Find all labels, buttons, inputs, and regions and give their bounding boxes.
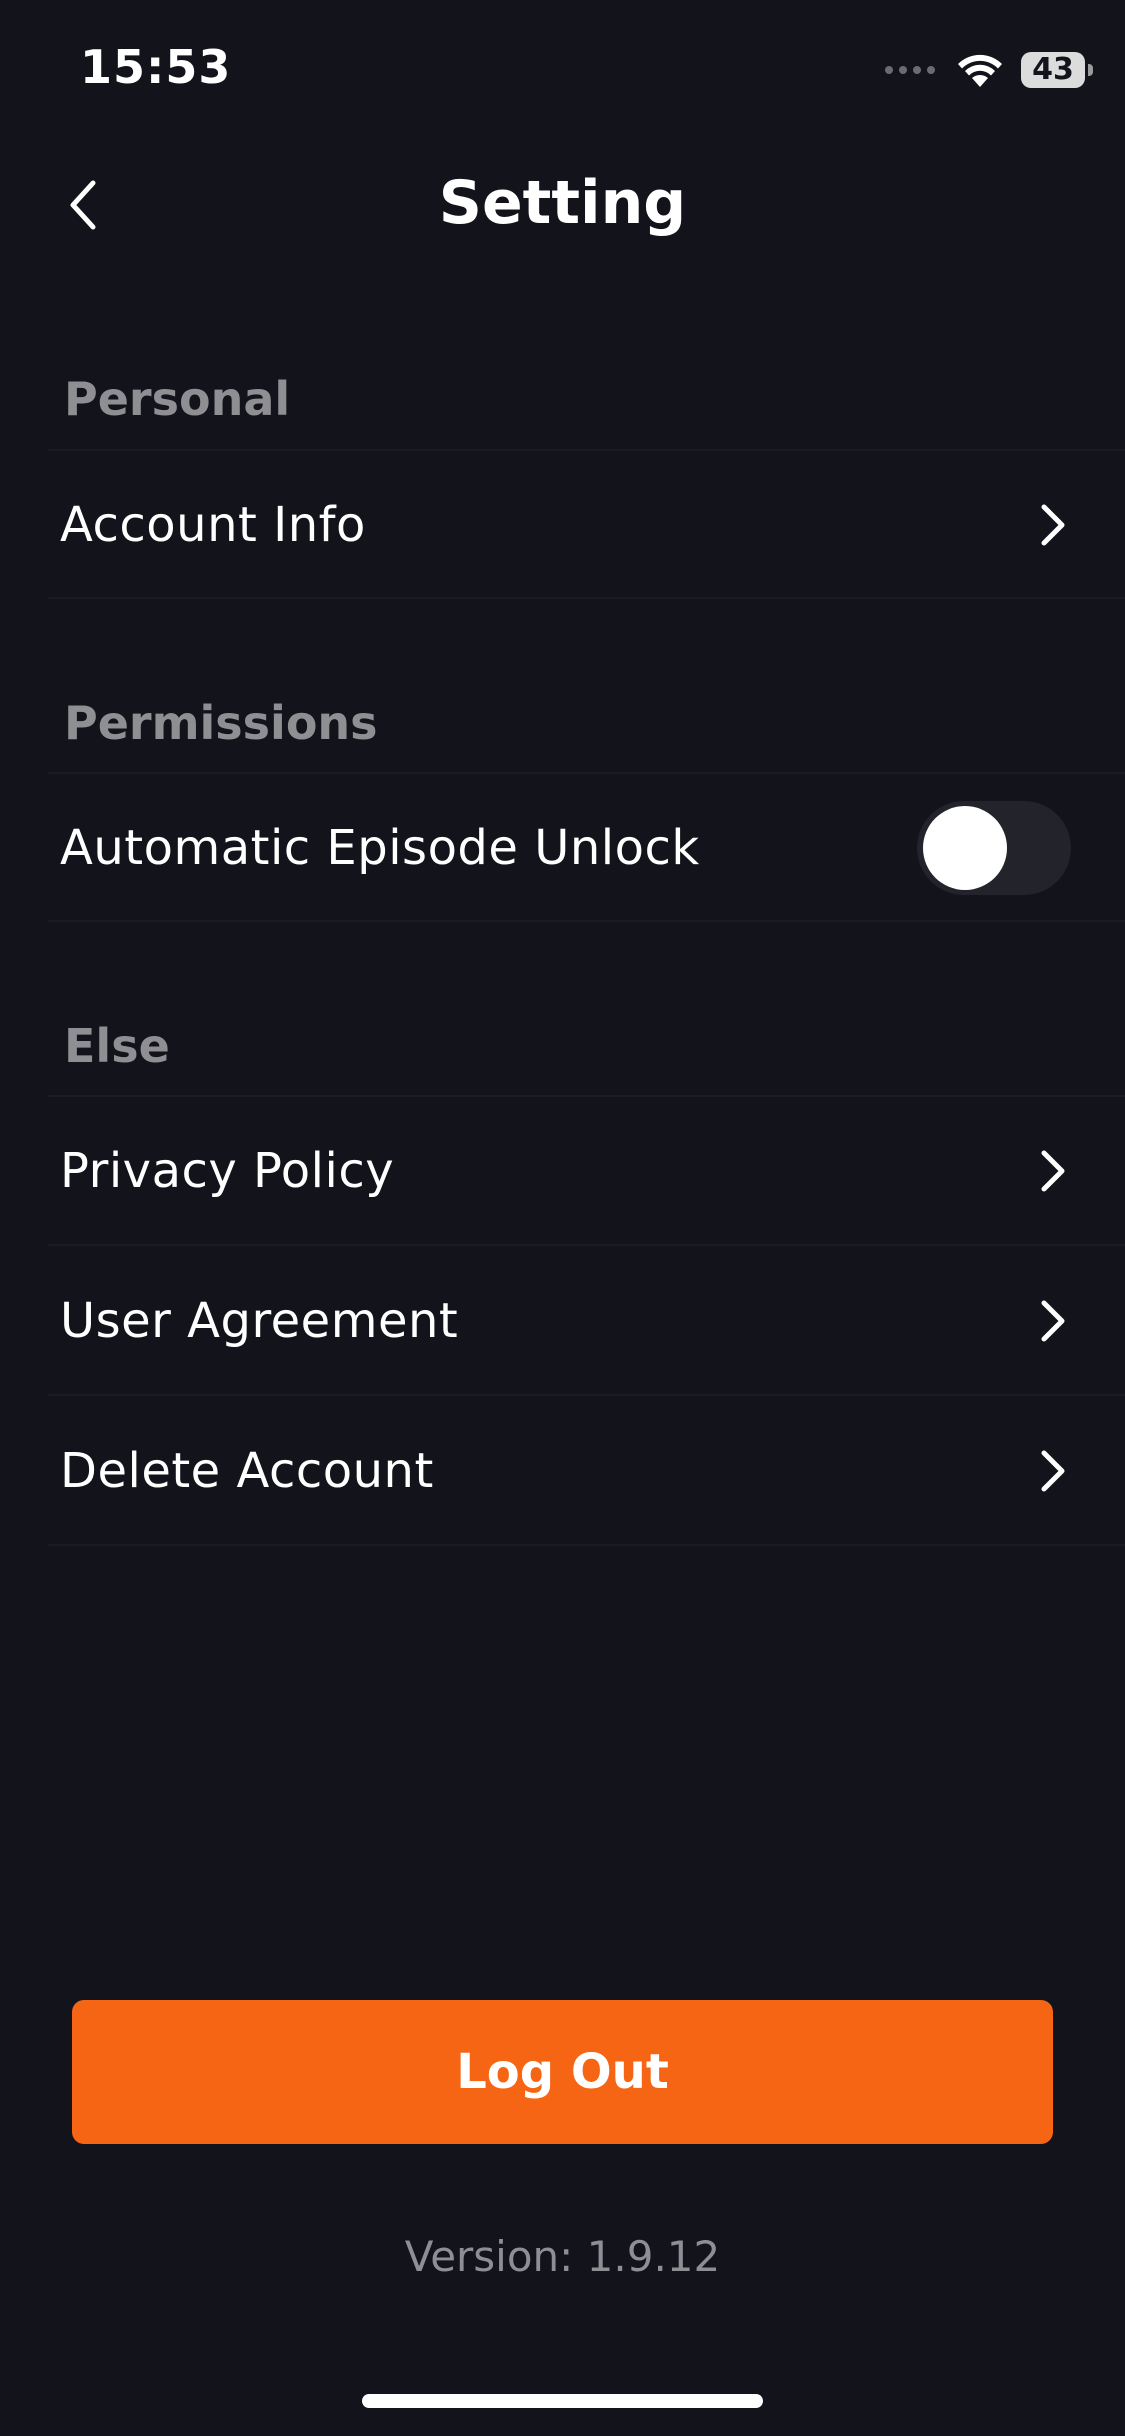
user-agreement-row[interactable]: User Agreement [0,1246,1125,1396]
chevron-right-icon [1033,500,1073,550]
divider [48,1544,1125,1546]
status-bar: 15:53 43 [0,0,1125,140]
battery-level: 43 [1032,52,1074,87]
divider [48,920,1125,922]
divider [48,597,1125,599]
user-agreement-label: User Agreement [60,1293,459,1349]
log-out-button[interactable]: Log Out [72,2000,1053,2144]
home-indicator[interactable] [362,2394,763,2408]
chevron-right-icon [1033,1446,1073,1496]
account-info-label: Account Info [60,497,366,553]
section-header-permissions: Permissions [64,696,378,750]
privacy-policy-row[interactable]: Privacy Policy [0,1096,1125,1246]
delete-account-row[interactable]: Delete Account [0,1396,1125,1546]
chevron-right-icon [1033,1146,1073,1196]
chevron-right-icon [1033,1296,1073,1346]
automatic-episode-unlock-row: Automatic Episode Unlock [0,773,1125,923]
privacy-policy-label: Privacy Policy [60,1143,395,1199]
automatic-episode-unlock-toggle[interactable] [917,801,1071,895]
page-title: Setting [438,168,687,238]
status-time: 15:53 [80,40,232,94]
toggle-knob [923,806,1007,890]
wifi-icon [958,54,1002,87]
automatic-episode-unlock-label: Automatic Episode Unlock [60,820,700,876]
delete-account-label: Delete Account [60,1443,434,1499]
nav-bar: Setting [0,150,1125,260]
version-label: Version: 1.9.12 [404,2232,721,2281]
section-header-else: Else [64,1019,170,1073]
account-info-row[interactable]: Account Info [0,450,1125,600]
section-header-personal: Personal [64,372,291,426]
battery-icon: 43 [1021,52,1093,88]
signal-dots-icon [885,66,935,74]
status-indicators: 43 [885,48,1093,92]
settings-screen: 15:53 43 Setting Personal Account Info P… [0,0,1125,2436]
